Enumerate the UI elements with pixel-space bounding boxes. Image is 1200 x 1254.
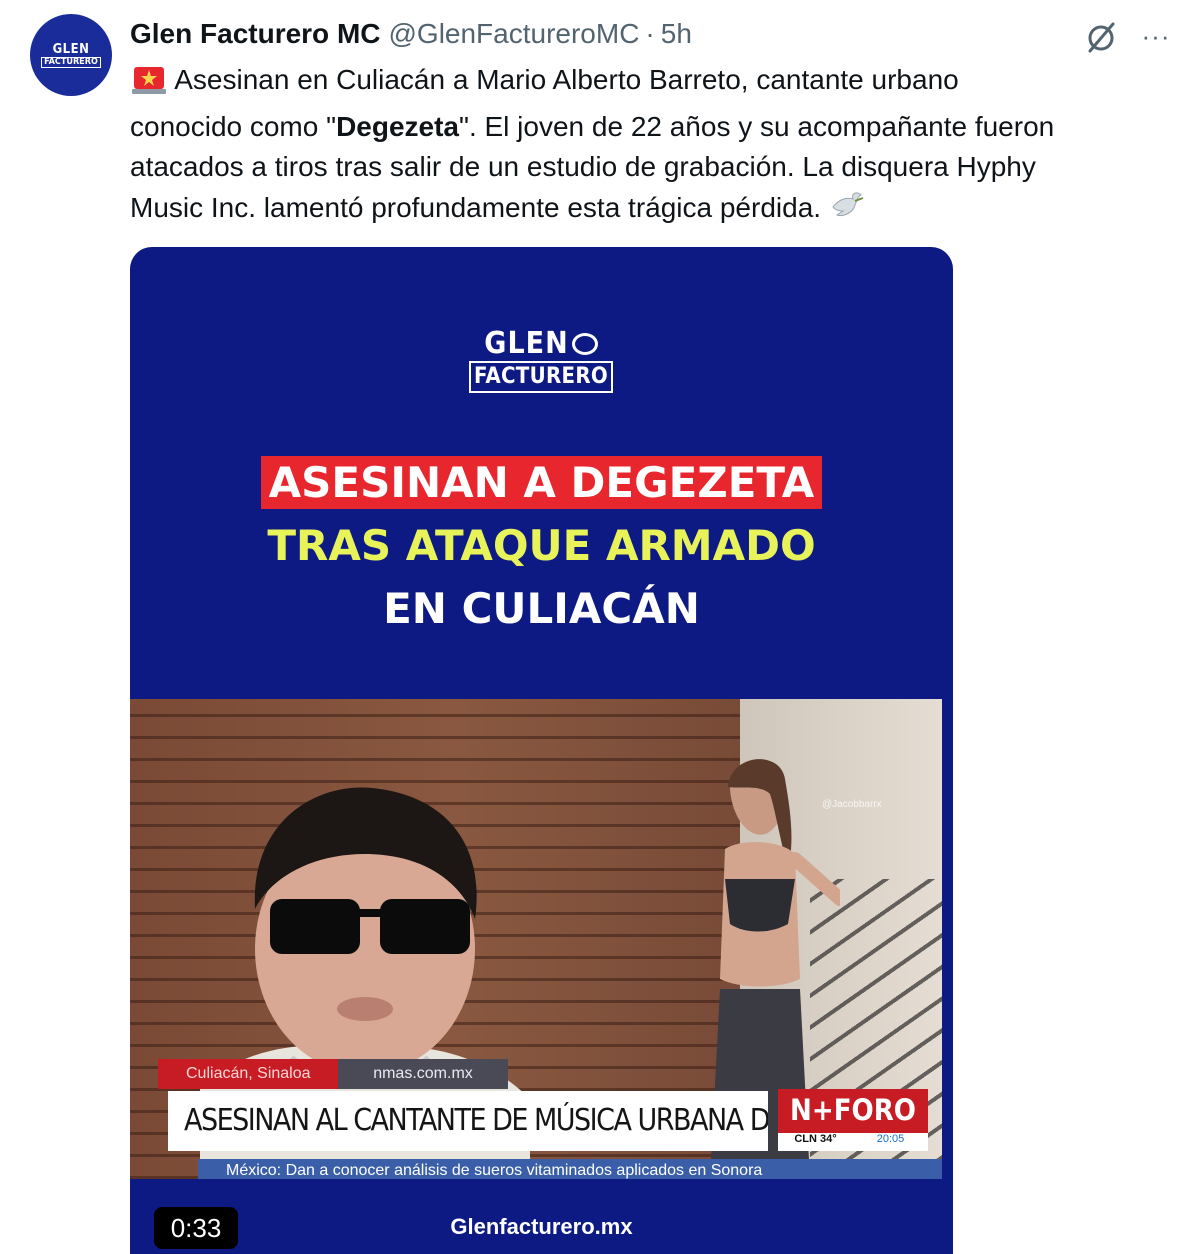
- news-ticker: México: Dan a conocer análisis de sueros…: [198, 1159, 942, 1179]
- media-logo-top: GLEN: [484, 326, 569, 361]
- site-tag: nmas.com.mx: [338, 1059, 508, 1089]
- user-handle[interactable]: @GlenFactureroMC: [388, 18, 639, 50]
- news-headline: ASESINAN AL CANTANTE DE MÚSICA URBANA DE…: [168, 1091, 768, 1151]
- headline-line-1: ASESINAN A DEGEZETA: [130, 456, 953, 509]
- coin-icon: [571, 333, 598, 355]
- headline-1-text: ASESINAN A DEGEZETA: [260, 456, 823, 509]
- media-video[interactable]: GLEN FACTURERO ASESINAN A DEGEZETA TRAS …: [130, 247, 953, 1254]
- location-tag: Culiacán, Sinaloa: [158, 1059, 339, 1089]
- video-watermark: @Jacobbarrx: [822, 799, 882, 810]
- brand-temperature: CLN 34°: [794, 1133, 837, 1145]
- tweet-text-line-4: Music Inc. lamentó profundamente esta tr…: [130, 188, 1170, 235]
- police-light-icon: [130, 63, 168, 107]
- tweet-header: Glen Facturero MC @GlenFactureroMC · 5h: [130, 16, 692, 52]
- tweet-text-2a: conocido como ": [130, 110, 337, 142]
- avatar-logo: GLEN FACTURERO: [41, 43, 101, 68]
- media-footer-site: Glenfacturero.mx: [450, 1214, 633, 1239]
- news-lower-third: Culiacán, Sinaloa nmas.com.mx ASESINAN A…: [158, 1059, 942, 1179]
- tweet-text-1: Asesinan en Culiacán a Mario Alberto Bar…: [174, 64, 959, 95]
- avatar[interactable]: GLEN FACTURERO: [30, 14, 112, 96]
- grok-icon[interactable]: [1082, 18, 1120, 56]
- dove-icon: [829, 189, 865, 235]
- tweet-text: Asesinan en Culiacán a Mario Alberto Bar…: [130, 60, 1170, 234]
- video-frame[interactable]: @Jacobbarrx Culiacán, Sinaloa nmas.com.m…: [130, 699, 942, 1179]
- tweet-timestamp[interactable]: 5h: [661, 18, 692, 50]
- tweet-text-line-3: atacados a tiros tras salir de un estudi…: [130, 151, 1036, 182]
- brand-footer: CLN 34° 20:05: [778, 1133, 928, 1151]
- tweet-text-4: Music Inc. lamentó profundamente esta tr…: [130, 191, 822, 223]
- news-brand: N+FORO: [790, 1093, 916, 1127]
- tweet-text-2-bold: Degezeta: [336, 110, 459, 142]
- display-name[interactable]: Glen Facturero MC: [130, 18, 380, 50]
- tweet-text-line-2: conocido como "Degezeta". El joven de 22…: [130, 107, 1170, 148]
- avatar-logo-top: GLEN: [52, 41, 90, 57]
- separator: ·: [645, 18, 655, 49]
- tweet-text-line-1: Asesinan en Culiacán a Mario Alberto Bar…: [130, 60, 1170, 107]
- brand-time: 20:05: [876, 1133, 905, 1145]
- headline-line-3: EN CULIACÁN: [383, 584, 700, 633]
- media-logo-bottom: FACTURERO: [469, 361, 613, 393]
- media-logo: GLEN FACTURERO: [469, 326, 613, 393]
- tweet-text-2b: ". El joven de 22 años y su acompañante …: [459, 110, 1055, 142]
- avatar-logo-bottom: FACTURERO: [41, 56, 101, 68]
- news-brand-box: N+FORO CLN 34° 20:05: [778, 1089, 928, 1151]
- headline-line-2: TRAS ATAQUE ARMADO: [267, 521, 816, 570]
- more-options-icon[interactable]: ···: [1138, 21, 1174, 51]
